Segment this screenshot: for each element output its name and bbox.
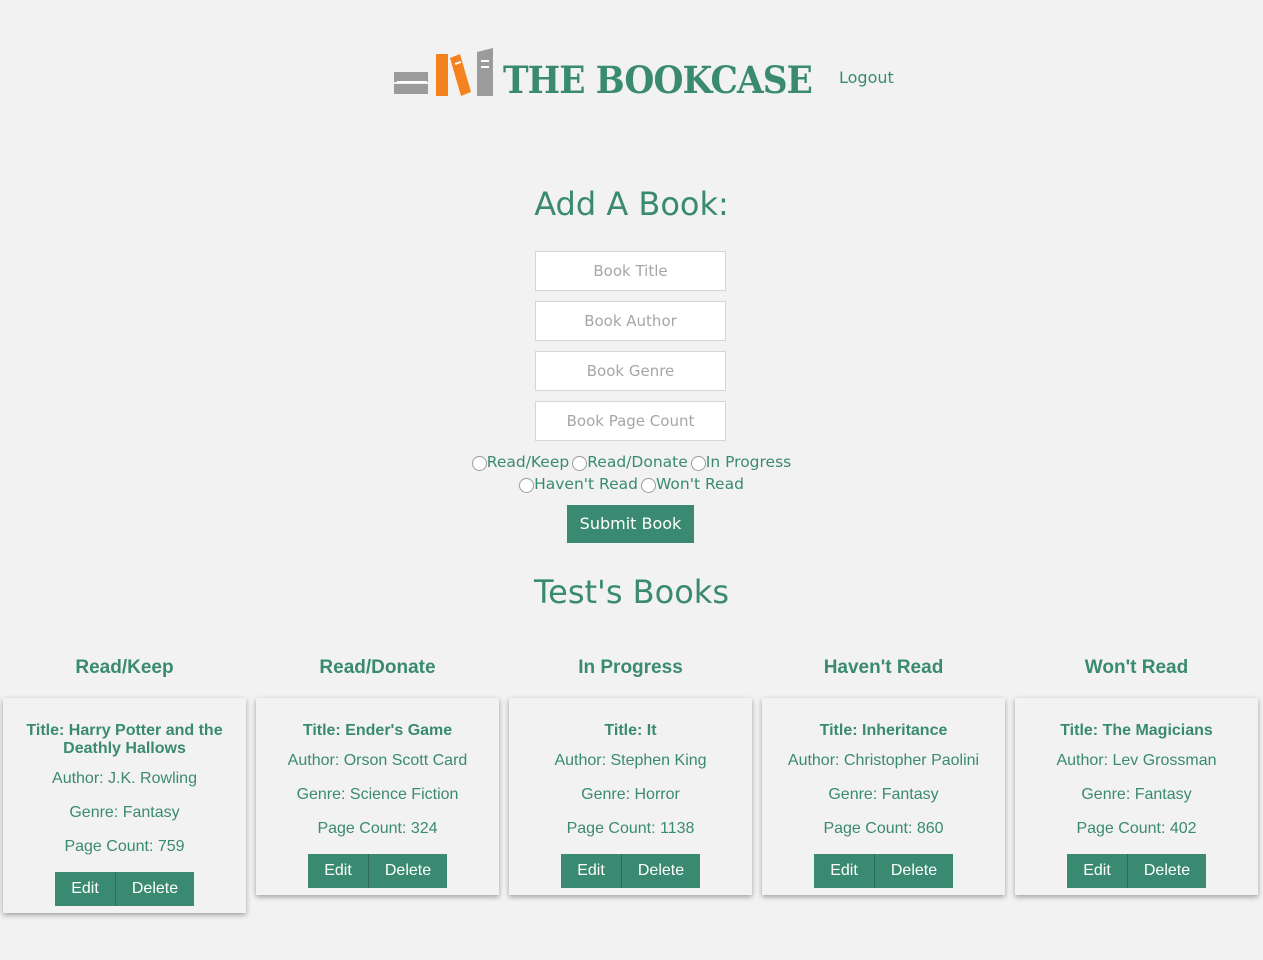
card-button-group: Edit Delete xyxy=(1025,854,1248,888)
book-author: Author: J.K. Rowling xyxy=(52,770,197,787)
radio-in-progress[interactable]: In Progress xyxy=(690,451,792,473)
edit-button[interactable]: Edit xyxy=(308,854,369,888)
book-title: Title: Inheritance xyxy=(819,722,948,739)
radio-button[interactable] xyxy=(572,455,588,471)
delete-button[interactable]: Delete xyxy=(1128,854,1206,888)
book-title: Title: It xyxy=(604,722,657,739)
card-button-group: Edit Delete xyxy=(13,872,236,906)
status-radio-row-2: Haven't Read Won't Read xyxy=(0,473,1263,495)
book-card: Title: Harry Potter and the Deathly Hall… xyxy=(3,698,246,913)
book-card: Title: Inheritance Author: Christopher P… xyxy=(762,698,1005,895)
bookshelf-logo-icon xyxy=(394,48,493,96)
card-button-group: Edit Delete xyxy=(266,854,489,888)
radio-label: Read/Keep xyxy=(486,453,570,471)
book-author: Author: Orson Scott Card xyxy=(287,752,468,769)
book-page-count: Page Count: 402 xyxy=(1076,820,1197,837)
status-radio-row-1: Read/Keep Read/Donate In Progress xyxy=(0,451,1263,473)
site-logo[interactable]: THE BOOKCASE xyxy=(393,46,835,102)
radio-havent-read[interactable]: Haven't Read xyxy=(519,473,638,495)
edit-button[interactable]: Edit xyxy=(55,872,116,906)
edit-button[interactable]: Edit xyxy=(561,854,622,888)
book-genre: Genre: Fantasy xyxy=(69,804,180,821)
book-page-count-input[interactable] xyxy=(535,401,726,441)
book-genre: Genre: Horror xyxy=(581,786,680,803)
radio-label: Haven't Read xyxy=(534,475,638,493)
submit-book-button[interactable]: Submit Book xyxy=(567,505,694,543)
book-page-count: Page Count: 324 xyxy=(317,820,438,837)
logo-text: THE BOOKCASE xyxy=(503,58,813,102)
radio-button[interactable] xyxy=(690,455,706,471)
book-title: Title: Harry Potter and the Deathly Hall… xyxy=(26,722,223,757)
radio-read-keep[interactable]: Read/Keep xyxy=(471,451,570,473)
book-genre-input[interactable] xyxy=(535,351,726,391)
logout-link[interactable]: Logout xyxy=(839,68,894,87)
delete-button[interactable]: Delete xyxy=(369,854,447,888)
site-header: THE BOOKCASE Logout xyxy=(0,40,1263,120)
add-book-heading: Add A Book: xyxy=(534,185,729,223)
radio-button[interactable] xyxy=(471,455,487,471)
column-heading: Read/Keep xyxy=(75,657,174,678)
book-card: Title: It Author: Stephen King Genre: Ho… xyxy=(509,698,752,895)
book-title: Title: Ender's Game xyxy=(302,722,453,739)
radio-label: Read/Donate xyxy=(587,453,688,471)
column-wont-read: Won't Read Title: The Magicians Author: … xyxy=(1015,656,1258,895)
radio-read-donate[interactable]: Read/Donate xyxy=(572,451,688,473)
book-page-count: Page Count: 759 xyxy=(64,838,185,855)
book-author: Author: Christopher Paolini xyxy=(787,752,980,769)
edit-button[interactable]: Edit xyxy=(1067,854,1128,888)
edit-button[interactable]: Edit xyxy=(814,854,875,888)
delete-button[interactable]: Delete xyxy=(116,872,194,906)
book-author: Author: Stephen King xyxy=(554,752,707,769)
book-genre: Genre: Science Fiction xyxy=(296,786,459,803)
book-genre: Genre: Fantasy xyxy=(1081,786,1192,803)
radio-button[interactable] xyxy=(519,477,535,493)
book-title: Title: The Magicians xyxy=(1060,722,1213,739)
radio-wont-read[interactable]: Won't Read xyxy=(640,473,744,495)
book-card: Title: The Magicians Author: Lev Grossma… xyxy=(1015,698,1258,895)
column-heading: Haven't Read xyxy=(823,657,944,678)
delete-button[interactable]: Delete xyxy=(622,854,700,888)
book-title-input[interactable] xyxy=(535,251,726,291)
book-page-count: Page Count: 1138 xyxy=(566,820,695,837)
column-heading: Read/Donate xyxy=(319,657,436,678)
books-section-heading: Test's Books xyxy=(534,573,729,611)
column-heading: Won't Read xyxy=(1084,657,1189,678)
book-author-input[interactable] xyxy=(535,301,726,341)
card-button-group: Edit Delete xyxy=(772,854,995,888)
book-author: Author: Lev Grossman xyxy=(1056,752,1217,769)
book-card: Title: Ender's Game Author: Orson Scott … xyxy=(256,698,499,895)
column-havent-read: Haven't Read Title: Inheritance Author: … xyxy=(762,656,1005,895)
book-genre: Genre: Fantasy xyxy=(828,786,939,803)
column-read-donate: Read/Donate Title: Ender's Game Author: … xyxy=(256,656,499,895)
card-button-group: Edit Delete xyxy=(519,854,742,888)
column-heading: In Progress xyxy=(578,657,683,678)
radio-label: In Progress xyxy=(705,453,792,471)
column-read-keep: Read/Keep Title: Harry Potter and the De… xyxy=(3,656,246,913)
radio-label: Won't Read xyxy=(655,475,744,493)
delete-button[interactable]: Delete xyxy=(875,854,953,888)
column-in-progress: In Progress Title: It Author: Stephen Ki… xyxy=(509,656,752,895)
radio-button[interactable] xyxy=(640,477,656,493)
book-page-count: Page Count: 860 xyxy=(823,820,944,837)
